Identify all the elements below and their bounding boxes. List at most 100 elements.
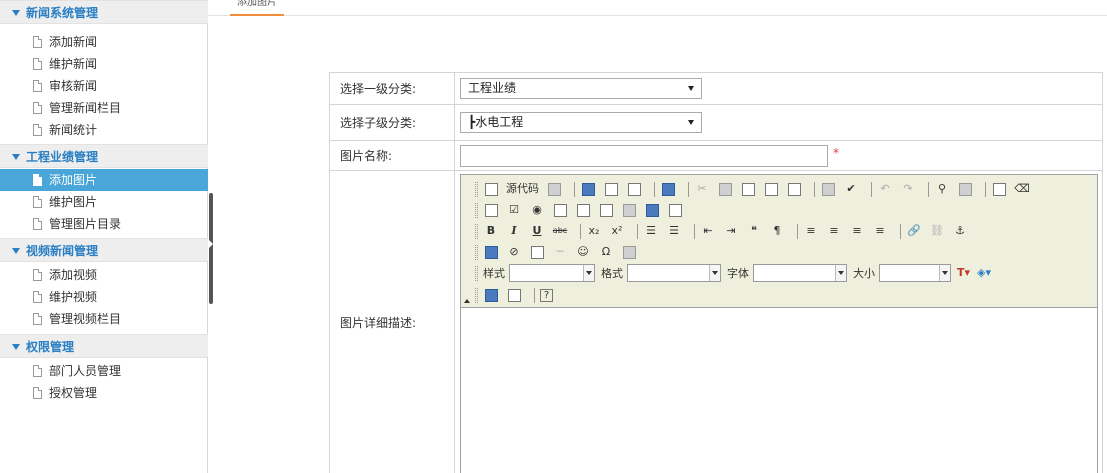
- find-icon[interactable]: ⚲: [934, 181, 950, 197]
- help-button[interactable]: ?: [540, 288, 553, 302]
- paste-text-icon[interactable]: [763, 181, 779, 197]
- collapse-triangle-icon: [12, 247, 20, 254]
- print-icon[interactable]: [820, 181, 836, 197]
- radio-icon[interactable]: ◉: [529, 202, 545, 218]
- paste-word-icon[interactable]: [786, 181, 802, 197]
- editor-content-area[interactable]: [461, 309, 1097, 473]
- link-icon[interactable]: 🔗: [906, 223, 922, 239]
- checkbox-icon[interactable]: ☑: [506, 202, 522, 218]
- cut-icon[interactable]: ✂: [694, 181, 710, 197]
- templates-icon[interactable]: [660, 181, 676, 197]
- group-news-management[interactable]: 新闻系统管理: [0, 0, 208, 24]
- source-icon[interactable]: [483, 181, 499, 197]
- strikethrough-icon[interactable]: abc: [552, 223, 568, 239]
- description-label: 图片详细描述:: [330, 171, 455, 473]
- spellcheck-icon[interactable]: ✔: [843, 181, 859, 197]
- align-right-icon[interactable]: ≡: [849, 223, 865, 239]
- underline-button[interactable]: U: [529, 223, 545, 239]
- flash-icon[interactable]: ⊘: [506, 244, 522, 260]
- subcategory-select[interactable]: ┣水电工程: [460, 112, 702, 133]
- align-center-icon[interactable]: ≡: [826, 223, 842, 239]
- div-container-icon[interactable]: ¶: [769, 223, 785, 239]
- sidebar-item-maintain-news[interactable]: 维护新闻: [0, 53, 208, 75]
- collapse-triangle-icon: [12, 343, 20, 350]
- hidden-field-icon[interactable]: [667, 202, 683, 218]
- image-name-input[interactable]: [460, 144, 828, 167]
- replace-icon[interactable]: [957, 181, 973, 197]
- sidebar-item-authorization[interactable]: 授权管理: [0, 382, 208, 404]
- dropdown-arrow-icon: [688, 120, 694, 125]
- page-break-icon[interactable]: [621, 244, 637, 260]
- tab-add-image[interactable]: 添加图片: [230, 0, 284, 16]
- toolbar-grip: [475, 244, 478, 260]
- font-combo[interactable]: [753, 264, 847, 282]
- text-color-icon[interactable]: T▾: [957, 265, 970, 281]
- image-icon[interactable]: [483, 244, 499, 260]
- collapse-toolbar-icon[interactable]: [464, 299, 470, 303]
- unlink-icon[interactable]: ⛓: [929, 223, 945, 239]
- group-project-performance[interactable]: 工程业绩管理: [0, 144, 208, 168]
- sidebar-toggle-arrow-icon[interactable]: [209, 240, 213, 248]
- copy-icon[interactable]: [717, 181, 733, 197]
- source-code-button[interactable]: 源代码: [506, 181, 539, 197]
- category-select[interactable]: 工程业绩: [460, 78, 702, 99]
- superscript-icon[interactable]: x²: [609, 223, 625, 239]
- sidebar-scrollbar[interactable]: [209, 193, 213, 304]
- collapse-triangle-icon: [12, 9, 20, 16]
- sidebar-item-manage-image-directory[interactable]: 管理图片目录: [0, 213, 208, 235]
- numbered-list-icon[interactable]: ☰: [643, 223, 659, 239]
- subscript-icon[interactable]: x₂: [586, 223, 602, 239]
- style-combo[interactable]: [509, 264, 595, 282]
- sidebar: 新闻系统管理 添加新闻 维护新闻 审核新闻 管理新闻栏目 新闻统计 工程业绩管理…: [0, 0, 208, 473]
- textarea-icon[interactable]: [575, 202, 591, 218]
- dropdown-arrow-icon: [709, 265, 720, 281]
- form-row-image-name: 图片名称: *: [330, 141, 1102, 171]
- align-left-icon[interactable]: ≡: [803, 223, 819, 239]
- bullet-list-icon[interactable]: ☰: [666, 223, 682, 239]
- sidebar-item-review-news[interactable]: 审核新闻: [0, 75, 208, 97]
- show-blocks-icon[interactable]: [506, 287, 522, 303]
- sidebar-item-manage-news-columns[interactable]: 管理新闻栏目: [0, 97, 208, 119]
- smiley-icon[interactable]: ☺: [575, 244, 591, 260]
- horizontal-rule-icon[interactable]: ─: [552, 244, 568, 260]
- sidebar-item-add-video[interactable]: 添加视频: [0, 264, 208, 286]
- sidebar-item-add-image[interactable]: 添加图片: [0, 169, 208, 191]
- special-char-icon[interactable]: Ω: [598, 244, 614, 260]
- anchor-icon[interactable]: ⚓: [952, 223, 968, 239]
- italic-button[interactable]: I: [506, 223, 522, 239]
- form-icon[interactable]: [483, 202, 499, 218]
- save-icon[interactable]: [580, 181, 596, 197]
- maximize-icon[interactable]: [483, 287, 499, 303]
- textfield-icon[interactable]: [552, 202, 568, 218]
- outdent-icon[interactable]: ⇤: [700, 223, 716, 239]
- bold-button[interactable]: B: [483, 223, 499, 239]
- blockquote-icon[interactable]: ❝: [746, 223, 762, 239]
- justify-icon[interactable]: ≡: [872, 223, 888, 239]
- size-combo[interactable]: [879, 264, 951, 282]
- sidebar-item-add-news[interactable]: 添加新闻: [0, 31, 208, 53]
- sidebar-item-maintain-image[interactable]: 维护图片: [0, 191, 208, 213]
- print-preview-icon[interactable]: [626, 181, 642, 197]
- indent-icon[interactable]: ⇥: [723, 223, 739, 239]
- new-page-icon[interactable]: [603, 181, 619, 197]
- redo-icon[interactable]: ↷: [900, 181, 916, 197]
- paste-icon[interactable]: [740, 181, 756, 197]
- remove-format-icon[interactable]: ⌫: [1014, 181, 1030, 197]
- button-field-icon[interactable]: [621, 202, 637, 218]
- format-combo[interactable]: [627, 264, 721, 282]
- preview-icon[interactable]: [546, 181, 562, 197]
- sidebar-item-news-stats[interactable]: 新闻统计: [0, 119, 208, 141]
- table-icon[interactable]: [529, 244, 545, 260]
- subcategory-label: 选择子级分类:: [330, 105, 455, 140]
- image-button-icon[interactable]: [644, 202, 660, 218]
- select-all-icon[interactable]: [991, 181, 1007, 197]
- background-color-icon[interactable]: ◈▾: [977, 265, 991, 281]
- undo-icon[interactable]: ↶: [877, 181, 893, 197]
- group-video-news[interactable]: 视频新闻管理: [0, 238, 208, 262]
- select-field-icon[interactable]: [598, 202, 614, 218]
- sidebar-item-department-staff[interactable]: 部门人员管理: [0, 360, 208, 382]
- sidebar-item-manage-video-columns[interactable]: 管理视频栏目: [0, 308, 208, 330]
- sidebar-item-maintain-video[interactable]: 维护视频: [0, 286, 208, 308]
- rich-text-editor: 源代码 ✂ ✔ ↶ ↷ ⚲ ⌫ ☑ ◉ B I U abc x₂ x² ☰ ☰ …: [460, 174, 1098, 473]
- group-permission-management[interactable]: 权限管理: [0, 334, 208, 358]
